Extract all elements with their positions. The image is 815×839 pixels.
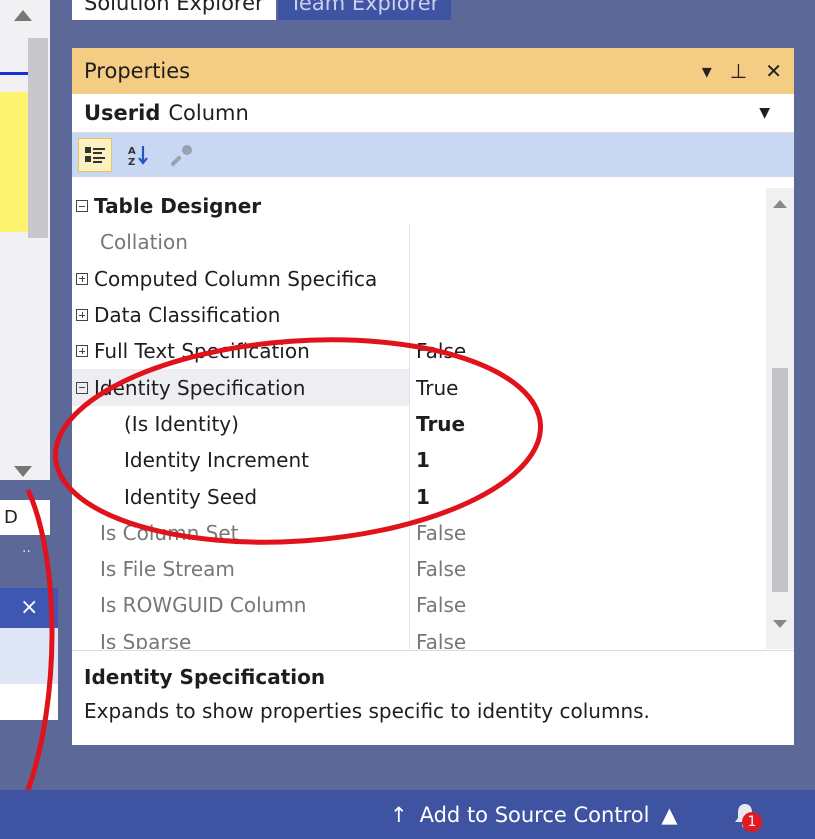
description-title: Identity Specification xyxy=(84,665,326,689)
svg-text:A: A xyxy=(128,146,136,157)
scroll-down-icon[interactable] xyxy=(14,466,32,477)
property-name: Collation xyxy=(100,230,188,255)
object-selector[interactable]: Userid Column ▼ xyxy=(72,94,794,133)
property-value[interactable]: False xyxy=(410,339,794,363)
editor-scrollbar[interactable] xyxy=(0,0,50,480)
property-row[interactable]: Is ROWGUID Column False xyxy=(72,587,794,624)
property-row[interactable]: Is Sparse False xyxy=(72,623,794,649)
object-name: Userid xyxy=(84,101,161,125)
property-name: Identity Increment xyxy=(124,448,309,473)
status-bar: ↑ Add to Source Control ▲ 1 xyxy=(0,790,815,839)
property-value[interactable]: False xyxy=(410,593,794,617)
property-name: Is Sparse xyxy=(100,629,192,649)
list-item xyxy=(0,684,58,720)
property-value[interactable]: True xyxy=(410,412,794,436)
scroll-thumb[interactable] xyxy=(772,368,788,592)
selected-item xyxy=(0,628,58,684)
caret-up-icon: ▲ xyxy=(661,802,678,827)
scroll-thumb[interactable] xyxy=(28,38,48,238)
property-name: Data Classification xyxy=(94,303,281,328)
property-row[interactable]: Full Text Specification False xyxy=(72,333,794,370)
properties-toolbar: AZ xyxy=(72,133,794,177)
editor-remnant: D .. × xyxy=(0,0,58,790)
expand-icon[interactable] xyxy=(76,272,88,285)
tool-window-tabs: Solution Explorer Team Explorer xyxy=(72,0,452,30)
description-text: Expands to show properties specific to i… xyxy=(84,699,650,723)
properties-title: Properties xyxy=(84,59,191,83)
property-row[interactable]: Collation xyxy=(72,224,794,261)
source-control-label: Add to Source Control xyxy=(419,802,650,827)
property-pages-icon[interactable] xyxy=(166,138,200,172)
collapse-icon[interactable] xyxy=(76,381,88,394)
property-name: (Is Identity) xyxy=(124,411,239,436)
window-menu-icon[interactable]: ▾ xyxy=(702,59,712,83)
editor-marker xyxy=(0,72,28,75)
scroll-up-icon[interactable] xyxy=(773,200,787,208)
property-row[interactable]: (Is Identity) True xyxy=(72,405,794,443)
editor-highlight xyxy=(0,92,28,232)
property-value[interactable]: 1 xyxy=(410,448,794,472)
object-type: Column xyxy=(168,101,249,125)
property-category[interactable]: Table Designer xyxy=(72,188,794,224)
collapse-icon[interactable] xyxy=(76,200,88,213)
property-value[interactable]: True xyxy=(410,376,794,400)
tab-solution-explorer[interactable]: Solution Explorer xyxy=(72,0,276,20)
property-name: Identity Seed xyxy=(124,484,258,509)
pin-icon[interactable]: ⊥ xyxy=(730,59,747,83)
editor-text: D xyxy=(0,500,50,535)
categorized-icon[interactable] xyxy=(78,138,112,172)
property-row[interactable]: Identity Seed 1 xyxy=(72,478,794,515)
property-row[interactable]: Identity Increment 1 xyxy=(72,442,794,479)
property-name: Is Column Set xyxy=(100,520,239,545)
category-label: Table Designer xyxy=(94,194,262,219)
properties-title-bar: Properties ▾ ⊥ ✕ xyxy=(72,48,794,94)
alphabetical-icon[interactable]: AZ xyxy=(122,138,156,172)
property-row[interactable]: Computed Column Specifica xyxy=(72,260,794,297)
property-value[interactable]: False xyxy=(410,521,794,545)
notification-badge: 1 xyxy=(742,812,762,832)
add-to-source-control-button[interactable]: ↑ Add to Source Control ▲ xyxy=(390,790,678,839)
property-value[interactable]: False xyxy=(410,557,794,581)
property-row-selected[interactable]: Identity Specification True xyxy=(72,369,794,406)
property-row[interactable]: Data Classification xyxy=(72,296,794,334)
properties-window: Properties ▾ ⊥ ✕ Userid Column ▼ AZ Tabl… xyxy=(72,48,794,745)
close-icon[interactable]: ✕ xyxy=(765,59,782,83)
editor-ellipsis: .. xyxy=(22,540,31,556)
property-name: Identity Specification xyxy=(94,375,306,400)
property-value[interactable]: 1 xyxy=(410,485,794,509)
expand-icon[interactable] xyxy=(76,345,88,358)
expand-icon[interactable] xyxy=(76,309,88,322)
chevron-down-icon[interactable]: ▼ xyxy=(759,105,770,121)
property-value[interactable]: False xyxy=(410,630,794,649)
svg-text:Z: Z xyxy=(128,157,135,166)
property-name: Full Text Specification xyxy=(94,339,310,364)
property-name: Computed Column Specifica xyxy=(94,266,378,291)
property-grid-scrollbar[interactable] xyxy=(766,188,794,649)
property-name: Is File Stream xyxy=(100,557,235,582)
property-row[interactable]: Is Column Set False xyxy=(72,514,794,551)
arrow-up-icon: ↑ xyxy=(390,802,408,827)
scroll-down-icon[interactable] xyxy=(773,620,787,628)
scroll-up-icon[interactable] xyxy=(14,10,32,21)
property-row[interactable]: Is File Stream False xyxy=(72,550,794,588)
tab-team-explorer[interactable]: Team Explorer xyxy=(277,0,452,20)
property-grid: Table Designer Collation Computed Column… xyxy=(72,188,794,649)
description-pane: Identity Specification Expands to show p… xyxy=(72,650,794,745)
close-icon[interactable]: × xyxy=(0,588,58,628)
property-name: Is ROWGUID Column xyxy=(100,593,307,618)
